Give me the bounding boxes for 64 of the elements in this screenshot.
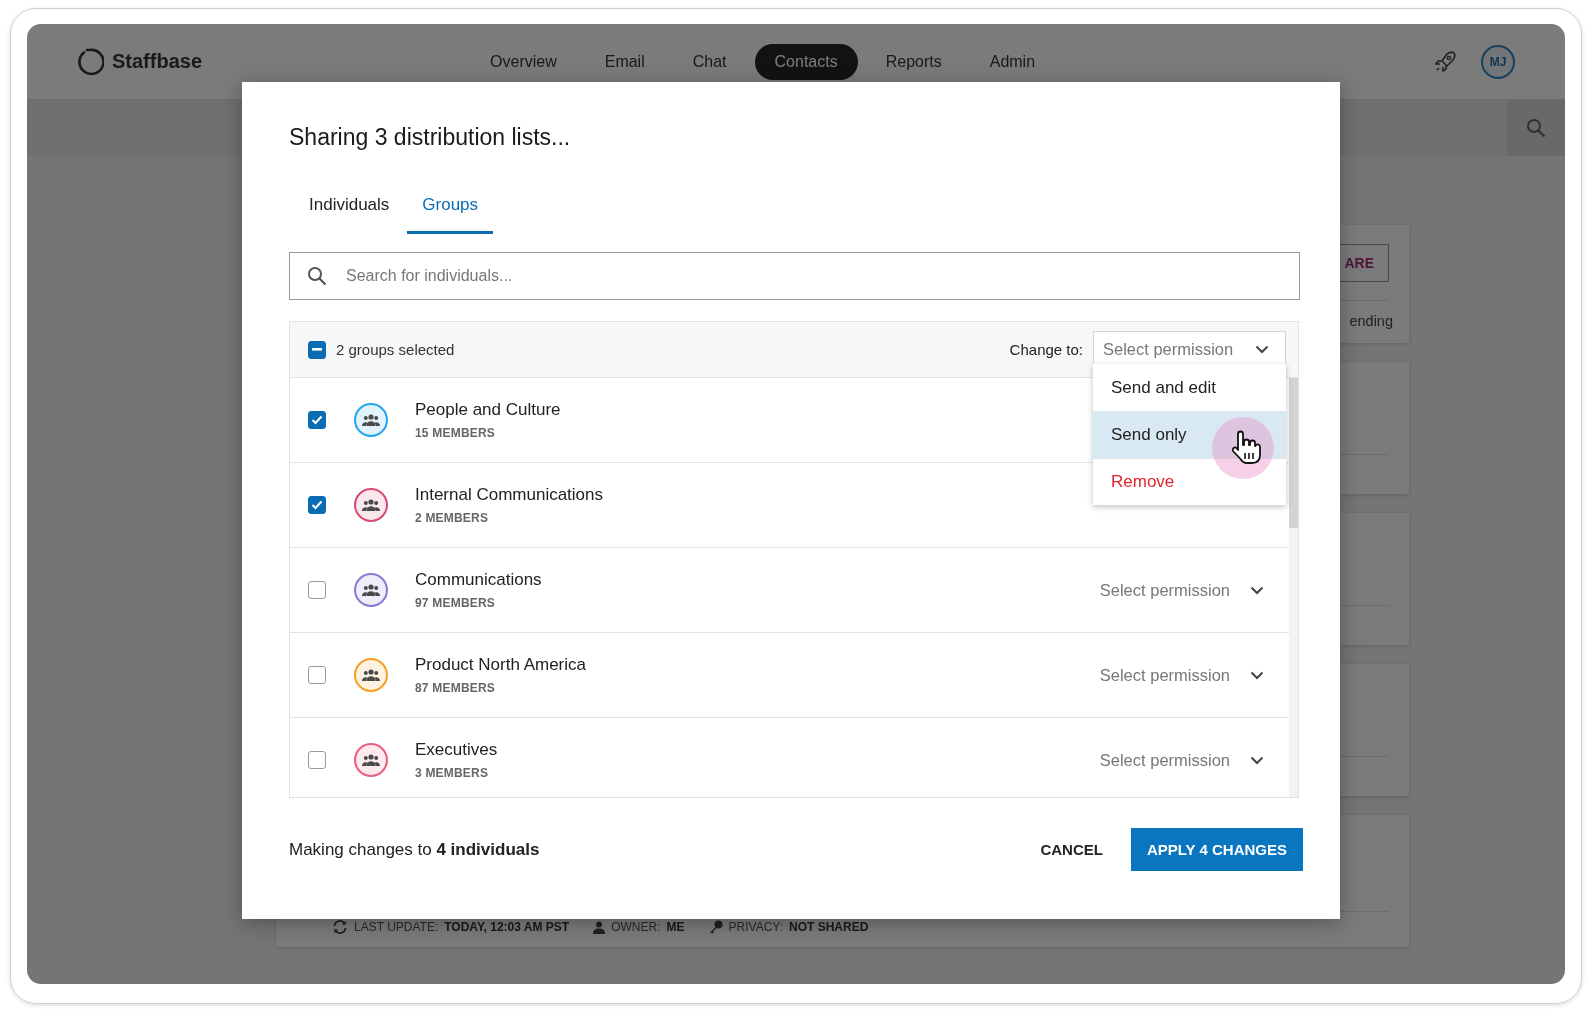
status-text: ending [1349,313,1393,329]
member-count: 3 MEMBERS [415,766,490,780]
sync-icon [332,920,348,934]
menu-item[interactable]: Send and edit [1093,364,1286,411]
permission-dropdown[interactable]: Select permission [1099,665,1264,685]
meta-label: PRIVACY: [728,920,783,934]
member-count: 97 MEMBERS [415,596,497,610]
group-name: People and Culture [415,400,561,420]
meta-label: LAST UPDATE: [354,920,439,934]
nav-tab[interactable]: Chat [672,43,747,80]
member-count: 2 MEMBERS [415,511,490,525]
checkbox[interactable] [308,666,326,684]
scrollbar[interactable] [1289,378,1298,797]
menu-item[interactable]: Remove [1093,458,1286,505]
nav-tab[interactable]: Reports [865,43,962,80]
chevron-down-icon [1250,585,1264,595]
checkbox[interactable] [308,751,326,769]
checkbox[interactable] [308,496,326,514]
tab[interactable]: Groups [407,178,494,234]
user-avatar[interactable]: MJ [1481,44,1515,79]
logo-text: Staffbase [112,50,203,73]
person-icon [593,920,606,934]
permission-dropdown[interactable]: Select permission [1099,580,1264,600]
checkbox[interactable] [308,411,326,429]
nav-tab[interactable]: Admin [969,43,1056,80]
chevron-down-icon [1255,345,1269,354]
checkmark-icon [311,500,323,510]
group-name: Internal Communications [415,485,604,505]
selection-count: 2 groups selected [336,341,455,358]
checkbox[interactable] [308,581,326,599]
permission-dropdown[interactable]: Select permission [1099,750,1264,770]
select-all-checkbox[interactable] [308,340,326,359]
apply-button[interactable]: APPLY 4 CHANGES [1130,828,1303,871]
nav-tab[interactable]: Overview [470,43,577,80]
logo-icon [76,47,104,76]
minus-icon [312,348,322,351]
tab[interactable]: Individuals [294,178,405,234]
hand-cursor-icon [1211,416,1275,480]
meta-value: TODAY, 12:03 AM PST [444,920,570,934]
nav-tab[interactable]: Email [584,43,665,80]
changes-summary: Making changes to 4 individuals [289,839,540,860]
chevron-down-icon [1250,670,1264,680]
change-to-label: Change to: [1009,341,1083,358]
search-icon [307,266,327,286]
search-icon [1526,118,1546,138]
nav-tab[interactable]: Contacts [754,43,858,80]
group-name: Communications [415,570,542,590]
search-button[interactable] [1507,100,1565,156]
chevron-down-icon [1250,755,1264,765]
meta-value: ME [666,920,685,934]
group-name: Product North America [415,655,586,675]
search-field[interactable]: Search for individuals... [289,252,1300,300]
group-name: Executives [415,740,498,760]
cancel-button[interactable]: CANCEL [1028,828,1115,871]
checkmark-icon [311,415,323,425]
share-button[interactable]: ARE [1339,243,1389,282]
menu-item[interactable]: Send only [1093,411,1286,458]
meta-value: NOT SHARED [789,920,869,934]
dialog-title: Sharing 3 distribution lists... [289,123,572,152]
key-icon [708,920,723,934]
rocket-icon[interactable] [1433,49,1457,74]
member-count: 87 MEMBERS [415,681,497,695]
meta-label: OWNER: [611,920,661,934]
member-count: 15 MEMBERS [415,426,497,440]
